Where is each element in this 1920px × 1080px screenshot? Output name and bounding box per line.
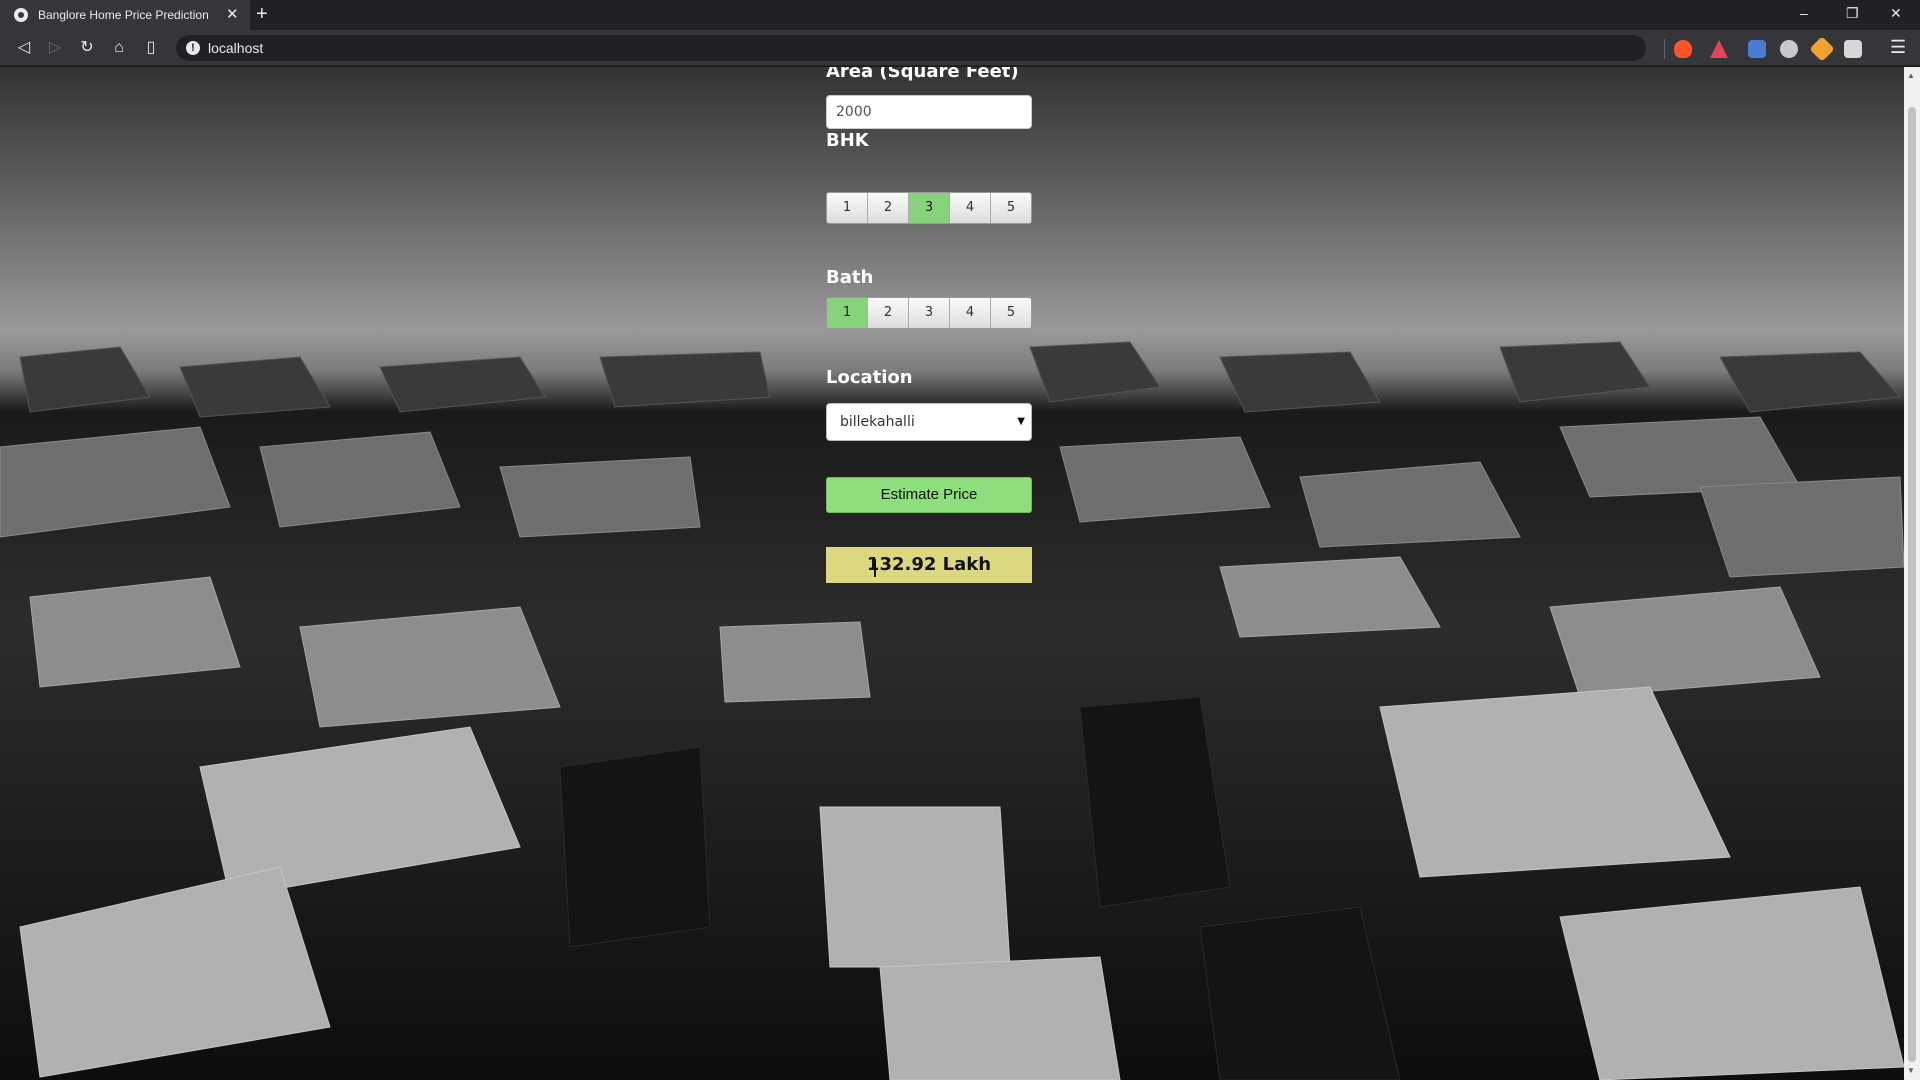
- bhk-option-selected[interactable]: 3: [909, 193, 950, 223]
- bath-option[interactable]: 4: [950, 298, 991, 328]
- bath-option[interactable]: 5: [991, 298, 1031, 328]
- close-icon[interactable]: ✕: [226, 5, 239, 23]
- tab-title: Banglore Home Price Prediction: [38, 8, 209, 22]
- translate-icon[interactable]: [1748, 40, 1766, 58]
- chevron-down-icon: ▼: [1017, 416, 1025, 427]
- bath-selector: 1 2 3 4 5: [826, 297, 1032, 329]
- favicon-icon: [14, 8, 28, 22]
- media-icon[interactable]: [1844, 40, 1862, 58]
- location-label: Location: [826, 367, 913, 388]
- restore-icon[interactable]: ❐: [1846, 5, 1859, 22]
- browser-tab[interactable]: Banglore Home Price Prediction ✕: [0, 0, 250, 30]
- forward-icon[interactable]: ▷: [44, 37, 66, 59]
- bhk-option[interactable]: 4: [950, 193, 991, 223]
- area-label: Area (Square Feet): [826, 67, 1019, 82]
- bath-option[interactable]: 3: [909, 298, 950, 328]
- page-viewport: Area (Square Feet) 2000 BHK 1 2 3 4 5 Ba…: [0, 67, 1920, 1080]
- tag-icon[interactable]: [1809, 36, 1835, 62]
- bookmark-icon[interactable]: ▯: [140, 37, 162, 59]
- brave-rewards-icon[interactable]: [1710, 40, 1728, 58]
- bhk-option[interactable]: 1: [827, 193, 868, 223]
- address-bar[interactable]: ! localhost: [176, 35, 1646, 61]
- tab-bar: Banglore Home Price Prediction ✕ + – ❐ ✕: [0, 0, 1920, 30]
- location-select[interactable]: billekahalli ▼: [826, 403, 1032, 441]
- browser-toolbar: ◁ ▷ ↻ ⌂ ▯ ! localhost ☰: [0, 30, 1920, 66]
- bhk-label: BHK: [826, 130, 869, 151]
- page-scrollbar[interactable]: ▲ ▼: [1904, 67, 1920, 1080]
- location-value: billekahalli: [840, 414, 915, 430]
- text-cursor-icon: [874, 559, 876, 577]
- bhk-selector: 1 2 3 4 5: [826, 192, 1032, 224]
- info-icon[interactable]: !: [186, 41, 200, 55]
- toolbar-divider: [1664, 39, 1665, 59]
- reload-icon[interactable]: ↻: [76, 37, 98, 59]
- area-input[interactable]: 2000: [826, 95, 1032, 129]
- window-close-icon[interactable]: ✕: [1890, 5, 1902, 22]
- address-url: localhost: [208, 40, 264, 56]
- back-icon[interactable]: ◁: [13, 37, 35, 59]
- bath-option[interactable]: 2: [868, 298, 909, 328]
- new-tab-icon[interactable]: +: [256, 3, 268, 26]
- estimate-price-button[interactable]: Estimate Price: [826, 477, 1032, 513]
- minimize-icon[interactable]: –: [1800, 5, 1808, 21]
- bhk-option[interactable]: 5: [991, 193, 1031, 223]
- bath-option-selected[interactable]: 1: [827, 298, 868, 328]
- bath-label: Bath: [826, 267, 874, 288]
- home-icon[interactable]: ⌂: [108, 37, 130, 59]
- scrollbar-thumb[interactable]: [1908, 107, 1916, 1062]
- menu-icon[interactable]: ☰: [1890, 37, 1906, 58]
- bhk-option[interactable]: 2: [868, 193, 909, 223]
- scroll-up-icon[interactable]: ▲: [1907, 71, 1915, 80]
- estimated-price-result: 132.92 Lakh: [826, 547, 1032, 583]
- brave-shields-icon[interactable]: [1674, 40, 1692, 58]
- cloud-icon[interactable]: [1780, 40, 1798, 58]
- scroll-down-icon[interactable]: ▼: [1907, 1066, 1915, 1075]
